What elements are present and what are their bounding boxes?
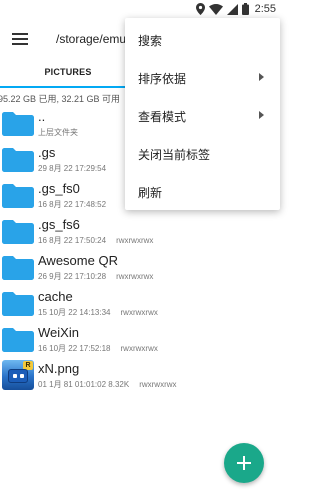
menu-item-label: 排序依据: [138, 72, 187, 86]
menu-item-close-tab[interactable]: 关闭当前标签: [125, 134, 280, 172]
file-permissions: rwxrwxrwx: [116, 272, 154, 281]
file-meta: 16 8月 22 17:48:52: [38, 200, 107, 209]
file-name: cache: [38, 289, 73, 304]
status-bar: 2:55: [0, 0, 282, 18]
file-permissions: rwxrwxrwx: [120, 308, 158, 317]
status-time: 2:55: [254, 3, 276, 15]
list-item[interactable]: R xN.png 01 1月 81 01:01:02 8.32K rwxrwxrw…: [0, 357, 282, 393]
menu-item-refresh[interactable]: 刷新: [125, 172, 280, 210]
overflow-menu: 搜索 排序依据 查看模式 关闭当前标签 刷新: [125, 18, 280, 210]
file-name: Awesome QR: [38, 253, 118, 268]
list-item[interactable]: cache 15 10月 22 14:13:34 rwxrwxrwx: [0, 285, 282, 321]
folder-icon: [2, 328, 34, 352]
file-name: WeiXin: [38, 325, 79, 340]
file-permissions: rwxrwxrwx: [139, 380, 177, 389]
submenu-arrow-icon: [259, 73, 264, 81]
folder-icon: [2, 292, 34, 316]
list-item[interactable]: .gs_fs6 16 8月 22 17:50:24 rwxrwxrwx: [0, 213, 282, 249]
signal-icon: [226, 3, 238, 15]
wifi-icon: [208, 3, 223, 15]
list-item[interactable]: Awesome QR 26 9月 22 17:10:28 rwxrwxrwx: [0, 249, 282, 285]
menu-item-label: 查看模式: [138, 110, 187, 124]
folder-icon: [2, 220, 34, 244]
file-name: .gs: [38, 145, 56, 160]
menu-item-label: 刷新: [138, 186, 163, 200]
image-thumbnail-icon: R: [2, 360, 34, 390]
face-icon: [8, 369, 28, 383]
hamburger-menu-icon[interactable]: [8, 27, 32, 51]
folder-icon: [2, 256, 34, 280]
storage-info: 95.22 GB 已用, 32.21 GB 可用: [0, 94, 121, 104]
file-name: .gs_fs6: [38, 217, 80, 232]
menu-item-label: 关闭当前标签: [138, 148, 211, 162]
menu-item-sort-by[interactable]: 排序依据: [125, 58, 280, 96]
submenu-arrow-icon: [259, 111, 264, 119]
folder-icon: [2, 112, 34, 136]
battery-icon: [241, 3, 249, 15]
file-meta: 15 10月 22 14:13:34 rwxrwxrwx: [38, 308, 158, 317]
menu-item-search[interactable]: 搜索: [125, 20, 280, 58]
menu-item-view-mode[interactable]: 查看模式: [125, 96, 280, 134]
location-icon: [195, 3, 205, 15]
current-path[interactable]: /storage/emul: [56, 32, 126, 46]
file-meta: 上层文件夹: [38, 128, 78, 137]
file-meta: 01 1月 81 01:01:02 8.32K rwxrwxrwx: [38, 380, 177, 389]
file-name: xN.png: [38, 361, 80, 376]
menu-item-label: 搜索: [138, 34, 163, 48]
folder-icon: [2, 148, 34, 172]
file-meta: 16 10月 22 17:52:18 rwxrwxrwx: [38, 344, 158, 353]
folder-icon: [2, 184, 34, 208]
tab-pictures[interactable]: PICTURES: [0, 60, 136, 88]
file-permissions: rwxrwxrwx: [116, 236, 154, 245]
file-name: .gs_fs0: [38, 181, 80, 196]
file-meta: 26 9月 22 17:10:28 rwxrwxrwx: [38, 272, 154, 281]
list-item[interactable]: WeiXin 16 10月 22 17:52:18 rwxrwxrwx: [0, 321, 282, 357]
file-meta: 16 8月 22 17:50:24 rwxrwxrwx: [38, 236, 154, 245]
status-icons: 2:55: [195, 2, 276, 16]
file-name: ..: [38, 109, 46, 124]
file-meta: 29 8月 22 17:29:54: [38, 164, 107, 173]
add-fab-button[interactable]: [224, 443, 264, 483]
tab-indicator: [0, 86, 126, 88]
file-permissions: rwxrwxrwx: [120, 344, 158, 353]
